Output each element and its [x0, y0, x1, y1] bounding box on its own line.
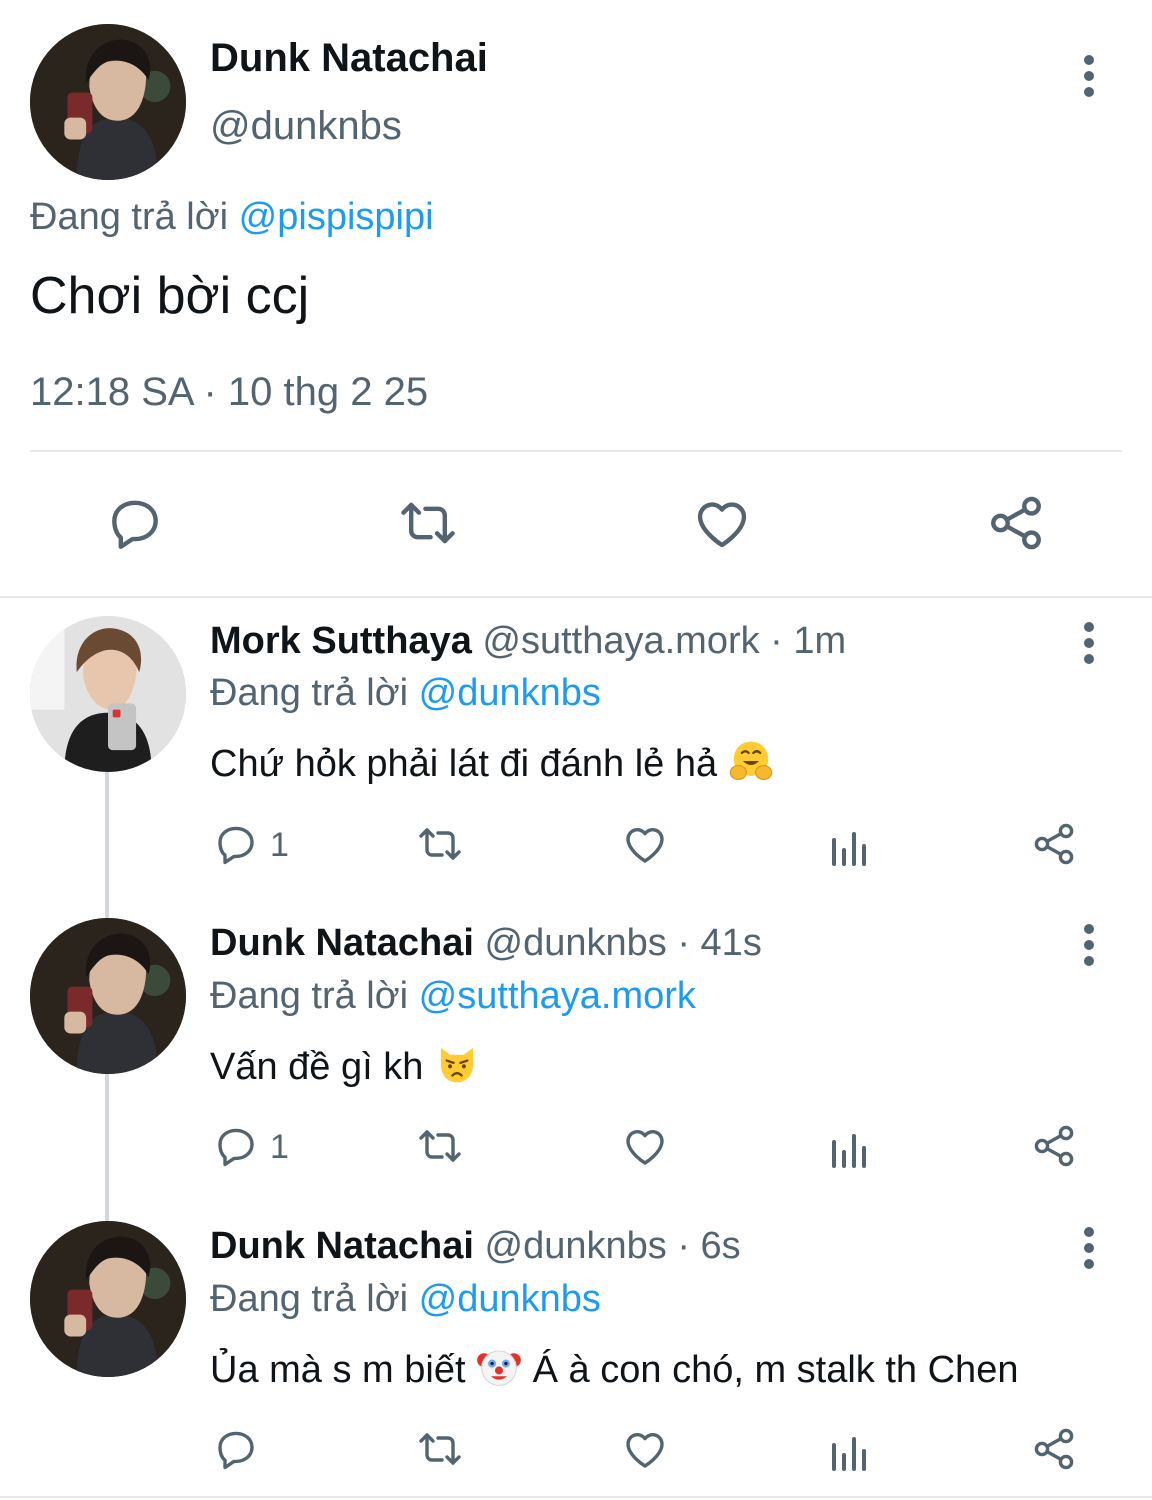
reply-icon[interactable] — [212, 820, 260, 868]
tweet-text: Chơi bời ccj — [30, 267, 310, 325]
author-handle[interactable]: @dunknbs — [210, 104, 402, 149]
thread-line — [105, 770, 109, 920]
divider — [30, 450, 1122, 452]
tweet-text: Chứ hỏk phải lát đi đánh lẻ hả — [210, 738, 774, 786]
replying-prefix: Đang trả lời — [30, 196, 229, 238]
mention-link[interactable]: @pispispipi — [239, 196, 434, 238]
avatar-dunk[interactable] — [30, 24, 186, 180]
reply-icon[interactable] — [212, 1425, 260, 1473]
reply-count: 1 — [270, 826, 289, 864]
section-divider — [0, 596, 1152, 598]
mention-link[interactable]: @dunknbs — [419, 1278, 601, 1320]
like-icon[interactable] — [621, 1425, 669, 1473]
replying-to: Đang trả lời @pispispipi — [30, 196, 434, 239]
share-icon[interactable] — [1030, 1122, 1078, 1170]
replying-prefix: Đang trả lời — [210, 672, 409, 714]
mention-link[interactable]: @dunknbs — [419, 672, 601, 714]
retweet-icon[interactable] — [416, 820, 464, 868]
thread-line — [105, 1074, 109, 1224]
avatar-dunk[interactable] — [30, 918, 186, 1074]
author-name[interactable]: Dunk Natachai — [210, 922, 474, 964]
share-icon[interactable] — [985, 492, 1047, 554]
bottom-divider — [0, 1496, 1152, 1498]
like-icon[interactable] — [691, 492, 753, 554]
tweet-text: Vấn đề gì kh — [210, 1041, 480, 1089]
tweet-timestamp[interactable]: 12:18 SA · 10 thg 2 25 — [30, 370, 428, 415]
tweet-text-content: Vấn đề gì kh — [210, 1046, 424, 1088]
more-icon[interactable] — [1079, 622, 1099, 666]
tweet-text-content: Ủa mà s m biết — [210, 1349, 466, 1391]
views-icon[interactable] — [826, 1427, 874, 1475]
retweet-icon[interactable] — [397, 492, 459, 554]
like-icon[interactable] — [621, 1122, 669, 1170]
clown-face-icon — [476, 1344, 522, 1390]
replying-prefix: Đang trả lời — [210, 975, 409, 1017]
author-name[interactable]: Dunk Natachai — [210, 36, 488, 81]
author-handle-time[interactable]: @sutthaya.mork · 1m — [482, 620, 846, 662]
author-handle-time[interactable]: @dunknbs · 6s — [485, 1225, 741, 1267]
pouting-cat-icon — [434, 1041, 480, 1087]
reply-header: Mork Sutthaya @sutthaya.mork · 1m — [210, 620, 846, 663]
reply-header: Dunk Natachai @dunknbs · 41s — [210, 922, 762, 965]
hugging-face-icon — [728, 738, 774, 784]
author-name[interactable]: Mork Sutthaya — [210, 620, 472, 662]
more-icon[interactable] — [1079, 1227, 1099, 1271]
replying-to: Đang trả lời @dunknbs — [210, 1278, 601, 1321]
share-icon[interactable] — [1030, 820, 1078, 868]
tweet-text-content-continued: Á à con chó, m stalk th Chen — [532, 1349, 1019, 1391]
author-handle-time[interactable]: @dunknbs · 41s — [485, 922, 762, 964]
share-icon[interactable] — [1030, 1425, 1078, 1473]
like-icon[interactable] — [621, 820, 669, 868]
author-name[interactable]: Dunk Natachai — [210, 1225, 474, 1267]
avatar-dunk[interactable] — [30, 1221, 186, 1377]
tweet-text-content: Chứ hỏk phải lát đi đánh lẻ hả — [210, 743, 718, 785]
views-icon[interactable] — [826, 1124, 874, 1172]
replying-to: Đang trả lời @sutthaya.mork — [210, 975, 696, 1018]
reply-header: Dunk Natachai @dunknbs · 6s — [210, 1225, 741, 1268]
views-icon[interactable] — [826, 822, 874, 870]
more-icon[interactable] — [1079, 924, 1099, 968]
mention-link[interactable]: @sutthaya.mork — [419, 975, 696, 1017]
replying-prefix: Đang trả lời — [210, 1278, 409, 1320]
replying-to: Đang trả lời @dunknbs — [210, 672, 601, 715]
more-icon[interactable] — [1079, 55, 1099, 99]
reply-icon[interactable] — [104, 492, 166, 554]
retweet-icon[interactable] — [416, 1122, 464, 1170]
reply-icon[interactable] — [212, 1122, 260, 1170]
avatar-mork[interactable] — [30, 616, 186, 772]
tweet-text: Ủa mà s m biết Á à con chó, m stalk th C… — [210, 1344, 1018, 1392]
retweet-icon[interactable] — [416, 1425, 464, 1473]
reply-count: 1 — [270, 1128, 289, 1166]
